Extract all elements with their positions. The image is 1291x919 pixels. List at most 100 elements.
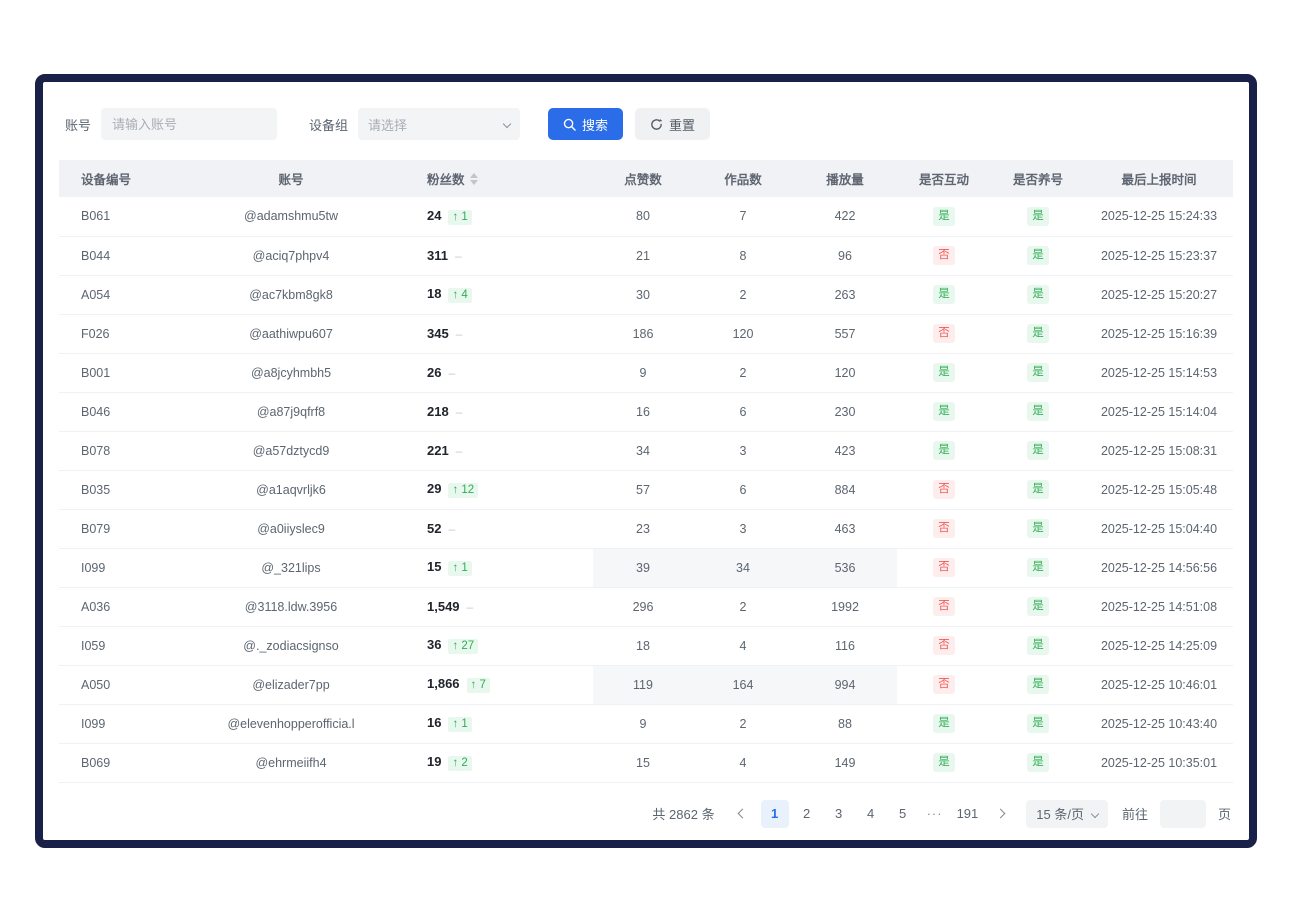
device-group-select[interactable]: 请选择 — [358, 108, 520, 140]
cell-last-report-time: 2025-12-25 14:25:09 — [1085, 626, 1233, 665]
fans-no-change-dash: – — [456, 405, 463, 419]
prev-page-button[interactable] — [729, 800, 757, 828]
cell-nurture: 是 — [991, 548, 1085, 587]
sort-caret-icon[interactable] — [470, 173, 478, 185]
cell-likes: 16 — [593, 392, 693, 431]
cell-last-report-time: 2025-12-25 15:14:53 — [1085, 353, 1233, 392]
fans-count: 29 — [427, 481, 441, 496]
cell-device-id: B069 — [59, 743, 177, 782]
status-badge: 否 — [933, 636, 955, 656]
col-header-fans[interactable]: 粉丝数 — [405, 160, 593, 197]
cell-account: @_321lips — [177, 548, 405, 587]
cell-device-id: I059 — [59, 626, 177, 665]
status-badge: 否 — [933, 519, 955, 539]
goto-label: 前往 — [1122, 804, 1148, 823]
reset-button[interactable]: 重置 — [635, 108, 710, 140]
cell-interact: 否 — [897, 665, 991, 704]
next-page-button[interactable] — [986, 800, 1014, 828]
main-panel: 账号 设备组 请选择 搜索 重置 — [35, 74, 1257, 848]
fans-count: 1,866 — [427, 676, 460, 691]
col-header-fans-label: 粉丝数 — [427, 169, 465, 188]
col-header-interact: 是否互动 — [897, 160, 991, 197]
status-badge: 是 — [933, 402, 955, 422]
cell-last-report-time: 2025-12-25 15:24:33 — [1085, 197, 1233, 236]
fans-delta-badge: ↑ 1 — [448, 561, 471, 576]
fans-count: 16 — [427, 715, 441, 730]
cell-interact: 是 — [897, 197, 991, 236]
table-row: B069@ehrmeiifh419↑ 2154149是是2025-12-25 1… — [59, 743, 1233, 782]
status-badge: 是 — [1027, 363, 1049, 383]
page-size-select[interactable]: 15 条/页 — [1026, 800, 1108, 828]
cell-plays: 1992 — [793, 587, 897, 626]
page-button[interactable]: 3 — [825, 800, 853, 828]
table-row: I059@._zodiacsignso36↑ 27184116否是2025-12… — [59, 626, 1233, 665]
search-button[interactable]: 搜索 — [548, 108, 623, 140]
cell-likes: 39 — [593, 548, 693, 587]
col-header-works: 作品数 — [693, 160, 793, 197]
cell-account: @a1aqvrljk6 — [177, 470, 405, 509]
cell-works: 2 — [693, 353, 793, 392]
cell-plays: 120 — [793, 353, 897, 392]
cell-nurture: 是 — [991, 236, 1085, 275]
fans-no-change-dash: – — [448, 366, 455, 380]
goto-page-input[interactable] — [1160, 800, 1206, 828]
fans-count: 345 — [427, 326, 449, 341]
cell-last-report-time: 2025-12-25 15:08:31 — [1085, 431, 1233, 470]
page-button[interactable]: 1 — [761, 800, 789, 828]
cell-nurture: 是 — [991, 353, 1085, 392]
cell-fans: 52– — [405, 509, 593, 548]
cell-device-id: I099 — [59, 548, 177, 587]
cell-plays: 263 — [793, 275, 897, 314]
cell-device-id: B078 — [59, 431, 177, 470]
cell-last-report-time: 2025-12-25 15:04:40 — [1085, 509, 1233, 548]
device-group-label: 设备组 — [309, 115, 348, 134]
status-badge: 是 — [933, 714, 955, 734]
cell-last-report-time: 2025-12-25 15:20:27 — [1085, 275, 1233, 314]
cell-likes: 23 — [593, 509, 693, 548]
cell-plays: 149 — [793, 743, 897, 782]
cell-interact: 否 — [897, 587, 991, 626]
cell-interact: 否 — [897, 548, 991, 587]
cell-works: 3 — [693, 509, 793, 548]
accounts-table: 设备编号 账号 粉丝数 点赞数 作品数 播放量 是否互动 是否养号 最后上报时间 — [59, 160, 1233, 783]
fans-count: 18 — [427, 286, 441, 301]
cell-works: 4 — [693, 626, 793, 665]
cell-plays: 994 — [793, 665, 897, 704]
col-header-nurture: 是否养号 — [991, 160, 1085, 197]
cell-last-report-time: 2025-12-25 15:14:04 — [1085, 392, 1233, 431]
page-button[interactable]: 191 — [953, 800, 983, 828]
status-badge: 否 — [933, 597, 955, 617]
account-input[interactable] — [101, 108, 277, 140]
fans-count: 19 — [427, 754, 441, 769]
fans-count: 15 — [427, 559, 441, 574]
table-row: F026@aathiwpu607345–186120557否是2025-12-2… — [59, 314, 1233, 353]
cell-plays: 557 — [793, 314, 897, 353]
cell-likes: 9 — [593, 704, 693, 743]
table-row: A054@ac7kbm8gk818↑ 4302263是是2025-12-25 1… — [59, 275, 1233, 314]
col-header-plays: 播放量 — [793, 160, 897, 197]
fans-delta-badge: ↑ 12 — [448, 483, 478, 498]
cell-device-id: I099 — [59, 704, 177, 743]
page-button[interactable]: 5 — [889, 800, 917, 828]
status-badge: 否 — [933, 558, 955, 578]
cell-likes: 15 — [593, 743, 693, 782]
fans-count: 52 — [427, 521, 441, 536]
page-button[interactable]: 2 — [793, 800, 821, 828]
cell-fans: 24↑ 1 — [405, 197, 593, 236]
cell-nurture: 是 — [991, 275, 1085, 314]
table-row: B046@a87j9qfrf8218–166230是是2025-12-25 15… — [59, 392, 1233, 431]
page-button[interactable]: 4 — [857, 800, 885, 828]
status-badge: 是 — [1027, 519, 1049, 539]
status-badge: 是 — [1027, 285, 1049, 305]
cell-works: 6 — [693, 470, 793, 509]
fans-delta-badge: ↑ 1 — [448, 717, 471, 732]
cell-fans: 1,549– — [405, 587, 593, 626]
cell-fans: 15 ↑ 1 — [405, 548, 593, 587]
table-header-row: 设备编号 账号 粉丝数 点赞数 作品数 播放量 是否互动 是否养号 最后上报时间 — [59, 160, 1233, 197]
cell-works: 3 — [693, 431, 793, 470]
cell-nurture: 是 — [991, 743, 1085, 782]
cell-works: 8 — [693, 236, 793, 275]
cell-plays: 423 — [793, 431, 897, 470]
total-count: 共 2862 条 — [652, 804, 714, 823]
cell-likes: 119 — [593, 665, 693, 704]
